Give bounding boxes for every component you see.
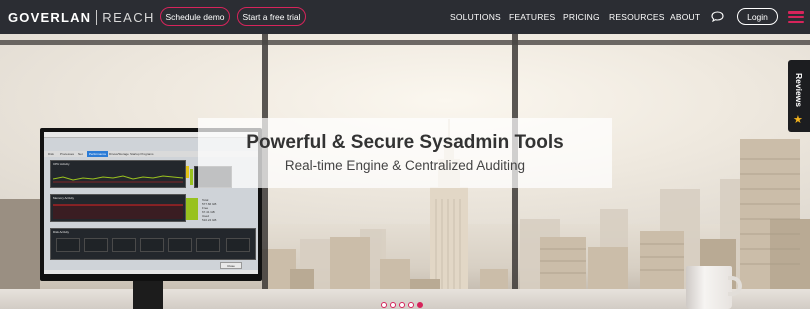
panel-title: Memory Activity: [53, 196, 75, 200]
star-icon: ★: [793, 114, 803, 126]
disk-mini-graph: [84, 238, 108, 252]
carousel-dot[interactable]: [390, 302, 396, 308]
coffee-mug: [686, 266, 732, 309]
nav-solutions[interactable]: SOLUTIONS: [450, 12, 501, 22]
logo-wordmark: GOVERLAN: [8, 9, 92, 25]
app-close-button: Close: [220, 262, 242, 269]
chat-bubble-icon[interactable]: [711, 11, 724, 22]
cpu-level-bar: [186, 166, 189, 178]
app-tab: Net: [78, 152, 83, 156]
carousel-dot[interactable]: [399, 302, 405, 308]
disk-mini-graph: [56, 238, 80, 252]
disk-mini-graph: [168, 238, 192, 252]
app-tab: Processes: [60, 152, 75, 156]
nav-pricing[interactable]: PRICING: [563, 12, 600, 22]
top-navbar: GOVERLAN REACH Schedule demo Start a fre…: [0, 0, 810, 34]
carousel-dot[interactable]: [408, 302, 414, 308]
cpu-level-bar: [190, 169, 193, 185]
hero-headline-box: Powerful & Secure Sysadmin Tools Real-ti…: [198, 118, 612, 188]
monitor-stand: [133, 281, 163, 309]
reviews-label: Reviews: [794, 72, 804, 108]
carousel-dot[interactable]: [381, 302, 387, 308]
panel-title: Disk Activity: [53, 230, 70, 234]
app-tab: Startup Programs: [130, 152, 154, 156]
goverlan-logo[interactable]: GOVERLAN REACH: [8, 9, 155, 25]
carousel-indicators: [381, 302, 426, 308]
logo-product: REACH: [102, 9, 155, 25]
hero-title: Powerful & Secure Sysadmin Tools: [246, 132, 564, 153]
hamburger-icon[interactable]: [788, 11, 804, 24]
disk-mini-graph: [112, 238, 136, 252]
memory-activity-panel: Memory Activity: [50, 194, 186, 222]
disk-mini-graph: [226, 238, 250, 252]
memory-graph: [53, 204, 183, 219]
window-frame: [0, 40, 810, 45]
carousel-dot[interactable]: [417, 302, 423, 308]
login-button[interactable]: Login: [737, 8, 778, 25]
logo-divider: [96, 9, 98, 25]
nav-resources[interactable]: RESOURCES: [609, 12, 665, 22]
reviews-tab[interactable]: Reviews ★: [788, 60, 810, 132]
panel-title: CPU Activity: [53, 162, 70, 166]
disk-mini-graph: [140, 238, 164, 252]
nav-features[interactable]: FEATURES: [509, 12, 555, 22]
app-tab-active: Performance: [87, 151, 109, 157]
schedule-demo-button[interactable]: Schedule demo: [160, 7, 230, 26]
cpu-activity-panel: CPU Activity: [50, 160, 186, 188]
memory-level-bar: [186, 198, 198, 220]
nav-about[interactable]: ABOUT: [670, 12, 700, 22]
memory-stats: Total 577.66 GB Free 67.41 GB Used 510.2…: [202, 198, 217, 222]
app-tab: Disk: [48, 152, 54, 156]
cpu-graph: [53, 175, 183, 183]
free-trial-button[interactable]: Start a free trial: [237, 7, 306, 26]
hero-subtitle: Real-time Engine & Centralized Auditing: [284, 158, 526, 173]
disk-mini-graph: [196, 238, 220, 252]
app-statusbar: [44, 270, 258, 274]
